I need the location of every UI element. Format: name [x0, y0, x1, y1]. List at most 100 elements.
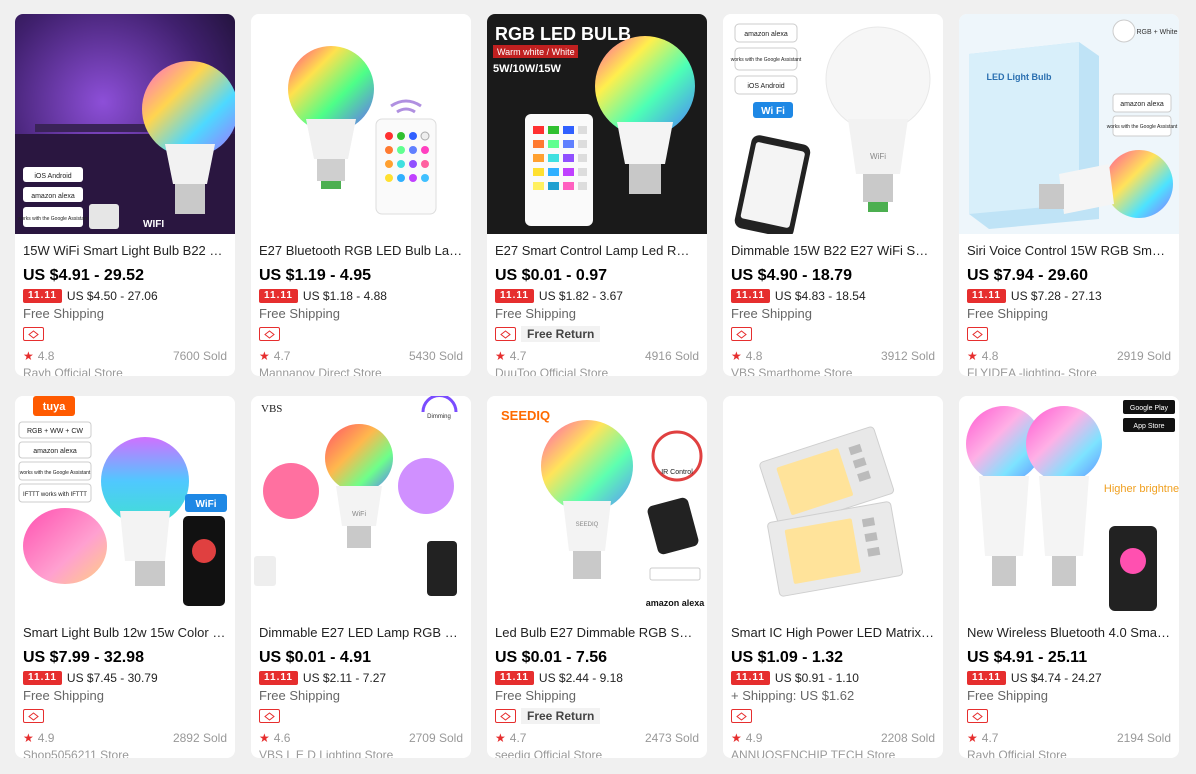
- product-card[interactable]: VBS Dimming WiFi Dimmable E27 LED Lamp R…: [251, 396, 471, 758]
- product-card[interactable]: iOS Android amazon alexa works with the …: [15, 14, 235, 376]
- free-return-tag: Free Return: [521, 708, 601, 724]
- choice-icon: [23, 709, 44, 723]
- product-card[interactable]: Smart IC High Power LED Matrix F... US $…: [723, 396, 943, 758]
- box-label: LED Light Bulb: [987, 72, 1052, 82]
- shipping-info: Free Shipping: [23, 688, 104, 703]
- choice-icon: [495, 327, 516, 341]
- store-link[interactable]: Rayh Official Store: [23, 366, 227, 376]
- shipping-info: Free Shipping: [731, 306, 812, 321]
- sold-count: 2892 Sold: [172, 731, 227, 745]
- store-link[interactable]: seediq Official Store: [495, 748, 699, 758]
- star-icon: ★: [731, 349, 742, 363]
- product-price: US $4.90 - 18.79: [731, 267, 852, 284]
- choice-icon: [731, 327, 752, 341]
- watt-text: 5W/10W/15W: [493, 63, 561, 75]
- rating-value: 4.7: [509, 731, 527, 745]
- alexa-badge-text: amazon alexa: [31, 193, 75, 200]
- sold-count: 3912 Sold: [880, 349, 935, 363]
- alexa-badge-text: amazon alexa: [33, 448, 77, 455]
- promo-price: US $1.82 - 3.67: [538, 289, 623, 303]
- star-icon: ★: [259, 349, 270, 363]
- store-link[interactable]: VBS Smarthome Store: [731, 366, 935, 376]
- store-link[interactable]: Shop5056211 Store: [23, 748, 227, 758]
- promo-badge: 11.11: [731, 289, 770, 303]
- google-play-badge: Google Play: [1130, 405, 1169, 412]
- product-image[interactable]: LED Light Bulb RGB + White amazon alexa …: [959, 14, 1179, 234]
- promo-badge: 11.11: [23, 671, 62, 685]
- store-link[interactable]: VBS L E D Lighting Store: [259, 748, 463, 758]
- star-icon: ★: [731, 731, 742, 745]
- product-image[interactable]: SEEDIQ IR Control SEEDIQ amazon alexa: [487, 396, 707, 616]
- product-title[interactable]: New Wireless Bluetooth 4.0 Smart ...: [967, 625, 1171, 643]
- shipping-info: + Shipping: US $1.62: [731, 688, 855, 703]
- star-icon: ★: [23, 731, 34, 745]
- sub-text: Warm white / White: [497, 47, 575, 57]
- rgbw-label: RGB + White: [1136, 29, 1177, 36]
- product-price: US $4.91 - 29.52: [23, 267, 144, 284]
- shipping-info: Free Shipping: [967, 688, 1048, 703]
- promo-badge: 11.11: [259, 289, 298, 303]
- product-price: US $1.19 - 4.95: [259, 267, 372, 284]
- product-image[interactable]: RGB LED BULB Warm white / White 5W/10W/1…: [487, 14, 707, 234]
- promo-price: US $1.18 - 4.88: [302, 289, 387, 303]
- promo-badge: 11.11: [495, 289, 534, 303]
- product-title[interactable]: Dimmable 15W B22 E27 WiFi Smar...: [731, 243, 935, 261]
- brand-logo: VBS: [261, 403, 282, 415]
- product-image[interactable]: iOS Android amazon alexa works with the …: [15, 14, 235, 234]
- product-title[interactable]: E27 Smart Control Lamp Led RGB ...: [495, 243, 699, 261]
- product-image[interactable]: [251, 14, 471, 234]
- star-icon: ★: [259, 731, 270, 745]
- store-link[interactable]: FLYIDEA -lighting- Store: [967, 366, 1171, 376]
- promo-badge: 11.11: [23, 289, 62, 303]
- product-card[interactable]: RGB LED BULB Warm white / White 5W/10W/1…: [487, 14, 707, 376]
- rating-value: 4.7: [273, 349, 291, 363]
- store-link[interactable]: Rayh Official Store: [967, 748, 1171, 758]
- product-title[interactable]: Dimmable E27 LED Lamp RGB 15...: [259, 625, 463, 643]
- rating-value: 4.8: [745, 349, 763, 363]
- promo-price: US $7.28 - 27.13: [1010, 289, 1102, 303]
- product-image[interactable]: tuya RGB + WW + CW amazon alexa works wi…: [15, 396, 235, 616]
- product-card[interactable]: LED Light Bulb RGB + White amazon alexa …: [959, 14, 1179, 376]
- modes-label: RGB + WW + CW: [27, 428, 83, 435]
- headline-text: RGB LED BULB: [495, 24, 631, 44]
- promo-badge: 11.11: [495, 671, 534, 685]
- product-price: US $7.99 - 32.98: [23, 649, 144, 666]
- product-card[interactable]: Google Play App Store Higher brightness …: [959, 396, 1179, 758]
- promo-price: US $7.45 - 30.79: [66, 671, 158, 685]
- store-link[interactable]: DuuToo Official Store: [495, 366, 699, 376]
- store-link[interactable]: Mannanov Direct Store: [259, 366, 463, 376]
- product-image[interactable]: VBS Dimming WiFi: [251, 396, 471, 616]
- sold-count: 2919 Sold: [1116, 349, 1171, 363]
- store-link[interactable]: ANNUOSENCHIP TECH Store: [731, 748, 935, 758]
- product-image[interactable]: Google Play App Store Higher brightness: [959, 396, 1179, 616]
- sold-count: 2208 Sold: [880, 731, 935, 745]
- product-title[interactable]: 15W WiFi Smart Light Bulb B22 E2...: [23, 243, 227, 261]
- alexa-badge-text: amazon alexa: [646, 598, 706, 608]
- promo-badge: 11.11: [967, 671, 1006, 685]
- product-title[interactable]: Led Bulb E27 Dimmable RGB Smar...: [495, 625, 699, 643]
- product-title[interactable]: Smart IC High Power LED Matrix F...: [731, 625, 935, 643]
- product-card[interactable]: E27 Bluetooth RGB LED Bulb Lamp... US $1…: [251, 14, 471, 376]
- product-card[interactable]: SEEDIQ IR Control SEEDIQ amazon alexa Le…: [487, 396, 707, 758]
- product-title[interactable]: Siri Voice Control 15W RGB Smart ...: [967, 243, 1171, 261]
- product-card[interactable]: WiFi amazon alexa works with the Google …: [723, 14, 943, 376]
- star-icon: ★: [495, 731, 506, 745]
- product-image[interactable]: WiFi amazon alexa works with the Google …: [723, 14, 943, 234]
- sold-count: 2473 Sold: [644, 731, 699, 745]
- product-card[interactable]: tuya RGB + WW + CW amazon alexa works wi…: [15, 396, 235, 758]
- google-badge-text: works with the Google Assistant: [731, 57, 802, 63]
- google-badge-text: works with the Google Assistant: [18, 216, 89, 222]
- app-store-badge: App Store: [1133, 423, 1164, 430]
- shipping-info: Free Shipping: [495, 306, 576, 321]
- product-image[interactable]: [723, 396, 943, 616]
- choice-icon: [967, 709, 988, 723]
- promo-price: US $4.74 - 24.27: [1010, 671, 1102, 685]
- promo-price: US $2.11 - 7.27: [302, 671, 387, 685]
- higher-brightness-label: Higher brightness: [1104, 483, 1179, 495]
- rating-value: 4.7: [509, 349, 527, 363]
- ios-badge-text: iOS Android: [34, 173, 71, 180]
- product-title[interactable]: Smart Light Bulb 12w 15w Color C...: [23, 625, 227, 643]
- star-icon: ★: [967, 731, 978, 745]
- product-title[interactable]: E27 Bluetooth RGB LED Bulb Lamp...: [259, 243, 463, 261]
- ir-label: IR Control: [661, 469, 693, 476]
